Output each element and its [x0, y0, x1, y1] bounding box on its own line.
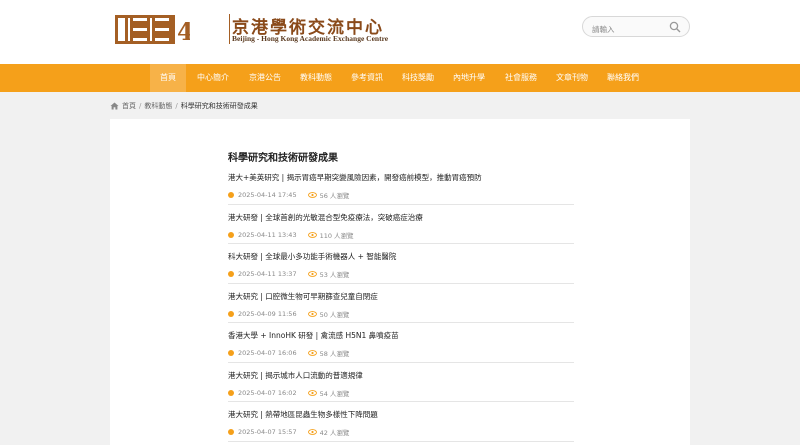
news-views: 110 人瀏覽	[319, 231, 354, 240]
search-box	[582, 16, 690, 39]
news-date: 2025-04-07 16:02	[238, 388, 297, 397]
breadcrumb: 首頁 / 教科動態 / 科學研究和技術研發成果	[110, 101, 258, 111]
news-meta: 2025-04-11 13:43 110 人瀏覽	[228, 230, 354, 240]
breadcrumb-home[interactable]: 首頁	[122, 101, 136, 111]
eye-icon	[307, 192, 317, 198]
news-list: 港大+美英研究 | 揭示胃癌早期突變風險因素，開發癌前模型，推動胃癌預防 202…	[228, 165, 574, 442]
list-item[interactable]: 科大研發 | 全球最小多功能手術機器人 + 智能醫院 2025-04-11 13…	[228, 244, 574, 284]
list-item[interactable]: 港大研究 | 揭示城市人口流動的普適規律 2025-04-07 16:02 54…	[228, 363, 574, 402]
news-views: 42 人瀏覽	[319, 429, 350, 437]
news-views: 54 人瀏覽	[319, 389, 350, 398]
news-title[interactable]: 科大研發 | 全球最小多功能手術機器人 + 智能醫院	[228, 251, 396, 262]
eye-icon	[307, 350, 317, 356]
news-title[interactable]: 港大研究 | 口腔微生物可早期篩查兒童自閉症	[228, 291, 378, 302]
logo-icon[interactable]: 40	[115, 14, 190, 45]
breadcrumb-current: 科學研究和技術研發成果	[180, 102, 258, 110]
eye-icon	[307, 389, 317, 396]
search-input[interactable]	[583, 20, 663, 39]
news-date: 2025-04-14 17:45	[238, 191, 297, 199]
search-icon[interactable]	[669, 21, 681, 33]
news-views: 50 人瀏覽	[319, 310, 350, 319]
clock-dot-icon	[228, 429, 234, 435]
list-item[interactable]: 港大研發 | 全球首創的光敏混合型免疫療法，突破癌症治療 2025-04-11 …	[228, 205, 574, 244]
news-views: 53 人瀏覽	[319, 271, 350, 279]
svg-text:40: 40	[177, 17, 190, 45]
news-title[interactable]: 香港大學 + InnoHK 研發 | 禽流感 H5N1 鼻噴疫苗	[228, 330, 399, 341]
clock-dot-icon	[228, 350, 234, 356]
page-title: 科學研究和技術研發成果	[228, 153, 338, 164]
news-views: 58 人瀏覽	[319, 350, 350, 358]
nav-item-announcements[interactable]: 京港公告	[242, 64, 288, 92]
news-date: 2025-04-07 16:06	[238, 349, 297, 357]
eye-icon	[307, 271, 317, 277]
breadcrumb-separator: /	[175, 102, 178, 110]
news-meta: 2025-04-14 17:45 56 人瀏覽	[228, 190, 349, 200]
list-item[interactable]: 港大研究 | 熱帶地區昆蟲生物多樣性下降問題 2025-04-07 15:57 …	[228, 402, 574, 442]
logo-divider	[229, 14, 230, 44]
news-title[interactable]: 港大研究 | 揭示城市人口流動的普適規律	[228, 370, 363, 381]
site-header: 40 京港學術交流中心 Beijing - Hong Kong Academic…	[0, 0, 800, 64]
nav-item-reference[interactable]: 參考資訊	[344, 64, 390, 92]
list-item[interactable]: 港大+美英研究 | 揭示胃癌早期突變風險因素，開發癌前模型，推動胃癌預防 202…	[228, 165, 574, 205]
news-date: 2025-04-11 13:43	[238, 230, 297, 239]
site-name-en: Beijing - Hong Kong Academic Exchange Ce…	[232, 34, 389, 43]
news-meta: 2025-04-07 15:57 42 人瀏覽	[228, 427, 349, 437]
news-title[interactable]: 港大+美英研究 | 揭示胃癌早期突變風險因素，開發癌前模型，推動胃癌預防	[228, 172, 482, 183]
clock-dot-icon	[228, 231, 234, 238]
nav-item-education-news[interactable]: 教科動態	[293, 64, 339, 92]
nav-item-contact[interactable]: 聯絡我們	[600, 64, 646, 92]
news-title[interactable]: 港大研究 | 熱帶地區昆蟲生物多樣性下降問題	[228, 409, 378, 420]
clock-dot-icon	[228, 192, 234, 198]
list-item[interactable]: 港大研究 | 口腔微生物可早期篩查兒童自閉症 2025-04-09 11:56 …	[228, 284, 574, 323]
eye-icon	[307, 429, 317, 435]
nav-item-about[interactable]: 中心簡介	[190, 64, 236, 92]
news-meta: 2025-04-09 11:56 50 人瀏覽	[228, 309, 349, 319]
news-title[interactable]: 港大研發 | 全球首創的光敏混合型免疫療法，突破癌症治療	[228, 212, 423, 223]
clock-dot-icon	[228, 271, 234, 277]
nav-item-awards[interactable]: 科技獎勵	[395, 64, 441, 92]
list-item[interactable]: 香港大學 + InnoHK 研發 | 禽流感 H5N1 鼻噴疫苗 2025-04…	[228, 323, 574, 363]
home-icon[interactable]	[110, 102, 119, 110]
eye-icon	[307, 231, 317, 238]
clock-dot-icon	[228, 389, 234, 396]
nav-item-home[interactable]: 首頁	[150, 64, 186, 92]
news-meta: 2025-04-11 13:37 53 人瀏覽	[228, 269, 349, 279]
clock-dot-icon	[228, 310, 234, 317]
breadcrumb-separator: /	[139, 102, 142, 110]
news-date: 2025-04-09 11:56	[238, 309, 297, 318]
news-meta: 2025-04-07 16:06 58 人瀏覽	[228, 348, 349, 358]
nav-item-social-service[interactable]: 社會服務	[498, 64, 544, 92]
news-date: 2025-04-07 15:57	[238, 428, 297, 436]
news-views: 56 人瀏覽	[319, 192, 350, 200]
eye-icon	[307, 310, 317, 317]
nav-item-mainland-study[interactable]: 內地升學	[446, 64, 492, 92]
news-meta: 2025-04-07 16:02 54 人瀏覽	[228, 388, 349, 398]
main-nav: 首頁 中心簡介 京港公告 教科動態 參考資訊 科技獎勵 內地升學 社會服務 文章…	[0, 64, 800, 92]
news-date: 2025-04-11 13:37	[238, 270, 297, 278]
nav-item-publications[interactable]: 文章刊物	[549, 64, 595, 92]
breadcrumb-section[interactable]: 教科動態	[144, 101, 172, 111]
